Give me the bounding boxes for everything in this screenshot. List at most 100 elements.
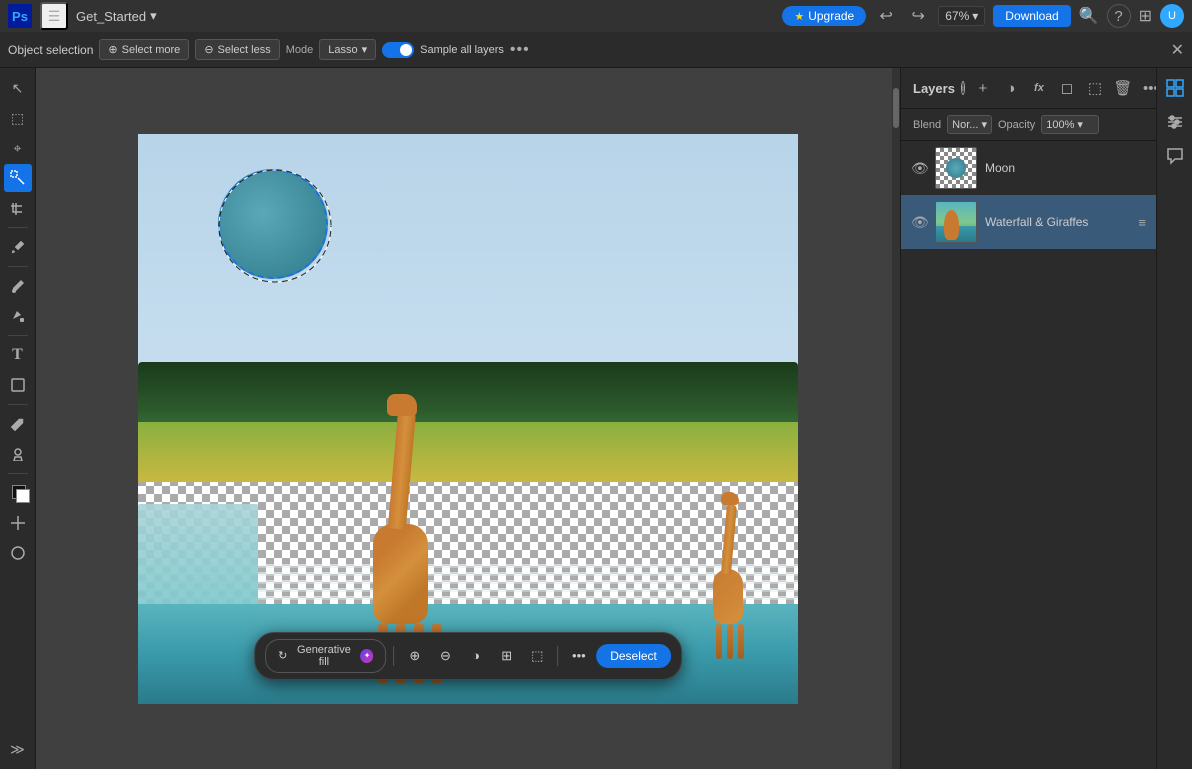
canvas-area[interactable]: ↻ Generative fill ✦ ⊕ ⊖ ◑ ⊞ ⬚ ••• Desele…: [36, 68, 900, 769]
gen-fill-badge: ✦: [360, 649, 373, 663]
selection-tool[interactable]: ⬚: [4, 104, 32, 132]
ps-logo: Ps: [8, 4, 32, 28]
dodge-tool[interactable]: [4, 509, 32, 537]
generative-fill-button[interactable]: ↻ Generative fill ✦: [265, 639, 386, 673]
download-button[interactable]: Download: [993, 5, 1070, 27]
moon-circle: [218, 169, 328, 279]
file-name: Get_Started ▾: [76, 8, 157, 24]
canvas-scrollbar-vertical[interactable]: [892, 68, 900, 769]
fx-button[interactable]: fx: [1027, 76, 1051, 100]
more-float-button[interactable]: •••: [566, 642, 593, 670]
grid-selection-button[interactable]: ⊞: [493, 642, 520, 670]
tool-divider-2: [8, 266, 28, 267]
select-more-button[interactable]: ⊕ Select more: [99, 39, 189, 60]
canvas: [138, 134, 798, 704]
giraffe-small-leg: [716, 624, 722, 659]
sample-layers-toggle[interactable]: [382, 42, 414, 58]
paint-bucket-tool[interactable]: [4, 302, 32, 330]
layer-item-waterfall[interactable]: 👁 Waterfall & Giraffes ≡: [901, 195, 1156, 249]
upgrade-star-icon: ★: [794, 10, 804, 23]
canvas-scrollbar-thumb[interactable]: [893, 88, 899, 128]
background-color-circle[interactable]: [4, 539, 32, 567]
select-more-label: Select more: [122, 44, 181, 56]
file-name-text: Get_Started: [76, 9, 146, 24]
grass-layer: [138, 422, 798, 482]
apps-grid-button[interactable]: ⊞: [1139, 6, 1152, 26]
lasso-tool[interactable]: ⌖: [4, 134, 32, 162]
select-less-button[interactable]: ⊖ Select less: [195, 39, 279, 60]
crop-tool[interactable]: [4, 194, 32, 222]
intersect-selection-button[interactable]: ◑: [463, 642, 490, 670]
object-selection-tool[interactable]: [4, 164, 32, 192]
layer-name-moon: Moon: [985, 161, 1015, 175]
giraffe-small-body: [713, 569, 743, 624]
foreground-color[interactable]: [4, 479, 32, 507]
top-bar: Ps ☰ Get_Started ▾ ★ Upgrade ↩ ↪ 67% ▾ D…: [0, 0, 1192, 32]
toolbar-more-button[interactable]: •••: [510, 41, 530, 59]
expand-selection-button[interactable]: ⬚: [524, 642, 551, 670]
layers-panel-title: Layers: [913, 81, 955, 96]
tool-divider-5: [8, 473, 28, 474]
eyedropper-tool[interactable]: [4, 233, 32, 261]
blend-mode-value: Nor...: [952, 119, 978, 131]
layers-panel-actions: + ◑ fx ◻ ⬚ 🗑 •••: [971, 76, 1163, 100]
sample-layers-toggle-group: Sample all layers: [382, 42, 504, 58]
more-tools-button[interactable]: ≫: [4, 735, 32, 763]
tool-name-label: Object selection: [8, 43, 93, 57]
group-layers-button[interactable]: ⬚: [1083, 76, 1107, 100]
select-less-minus-icon: ⊖: [204, 43, 213, 56]
layers-panel: Layers i + ◑ fx ◻ ⬚ 🗑 ••• Blend Nor... ▾…: [900, 68, 1156, 769]
giraffe-small: [713, 569, 743, 624]
transform-selection-button[interactable]: ⊕: [402, 642, 429, 670]
comments-panel-button[interactable]: [1161, 142, 1189, 170]
zoom-arrow-icon: ▾: [972, 9, 978, 23]
text-tool[interactable]: T: [4, 341, 32, 369]
search-button[interactable]: 🔍: [1079, 6, 1099, 26]
canvas-wrapper: ↻ Generative fill ✦ ⊕ ⊖ ◑ ⊞ ⬚ ••• Desele…: [138, 134, 798, 704]
zoom-control[interactable]: 67% ▾: [938, 6, 985, 26]
mask-button[interactable]: ◻: [1055, 76, 1079, 100]
shape-tool[interactable]: [4, 371, 32, 399]
delete-layer-button[interactable]: 🗑: [1111, 76, 1135, 100]
add-layer-button[interactable]: +: [971, 76, 995, 100]
float-divider-2: [558, 646, 559, 666]
move-tool[interactable]: ↖: [4, 74, 32, 102]
subtract-selection-button[interactable]: ⊖: [432, 642, 459, 670]
toggle-knob: [400, 44, 412, 56]
lasso-mode-select[interactable]: Lasso ▾: [319, 39, 376, 60]
layers-info-icon[interactable]: i: [961, 81, 965, 95]
layer-item-moon[interactable]: 👁 Moon: [901, 141, 1156, 195]
gen-fill-label: Generative fill: [292, 644, 355, 668]
layer-visibility-waterfall[interactable]: 👁: [911, 214, 927, 231]
giraffe-head: [387, 394, 417, 416]
left-toolbar: ↖ ⬚ ⌖ T: [0, 68, 36, 769]
right-side-panel: [1156, 68, 1192, 769]
opacity-select[interactable]: 100% ▾: [1041, 115, 1099, 134]
giraffe-small-legs: [716, 624, 744, 659]
blend-mode-select[interactable]: Nor... ▾: [947, 115, 992, 134]
giraffe-body: [373, 524, 428, 624]
redo-button[interactable]: ↪: [906, 4, 930, 28]
layer-name-waterfall: Waterfall & Giraffes: [985, 215, 1088, 229]
properties-panel-button[interactable]: [1161, 74, 1189, 102]
pen-tool[interactable]: [4, 410, 32, 438]
opacity-label: Opacity: [998, 119, 1035, 131]
sample-layers-label: Sample all layers: [420, 44, 504, 56]
floating-toolbar: ↻ Generative fill ✦ ⊕ ⊖ ◑ ⊞ ⬚ ••• Desele…: [254, 632, 682, 680]
gen-fill-icon: ↻: [278, 649, 287, 662]
deselect-button[interactable]: Deselect: [596, 644, 671, 668]
adjust-layer-button[interactable]: ◑: [999, 76, 1023, 100]
undo-button[interactable]: ↩: [874, 4, 898, 28]
hamburger-menu[interactable]: ☰: [40, 2, 68, 30]
layer-visibility-moon[interactable]: 👁: [911, 160, 927, 177]
toolbar-close-button[interactable]: ✕: [1171, 40, 1184, 60]
brush-tool[interactable]: [4, 272, 32, 300]
float-divider-1: [394, 646, 395, 666]
upgrade-button[interactable]: ★ Upgrade: [782, 6, 866, 26]
adjustments-panel-button[interactable]: [1161, 108, 1189, 136]
help-button[interactable]: ?: [1107, 4, 1131, 28]
stamp-tool[interactable]: [4, 440, 32, 468]
avatar[interactable]: U: [1160, 4, 1184, 28]
layer-settings-icon[interactable]: ≡: [1138, 215, 1146, 230]
upgrade-label: Upgrade: [808, 9, 854, 23]
